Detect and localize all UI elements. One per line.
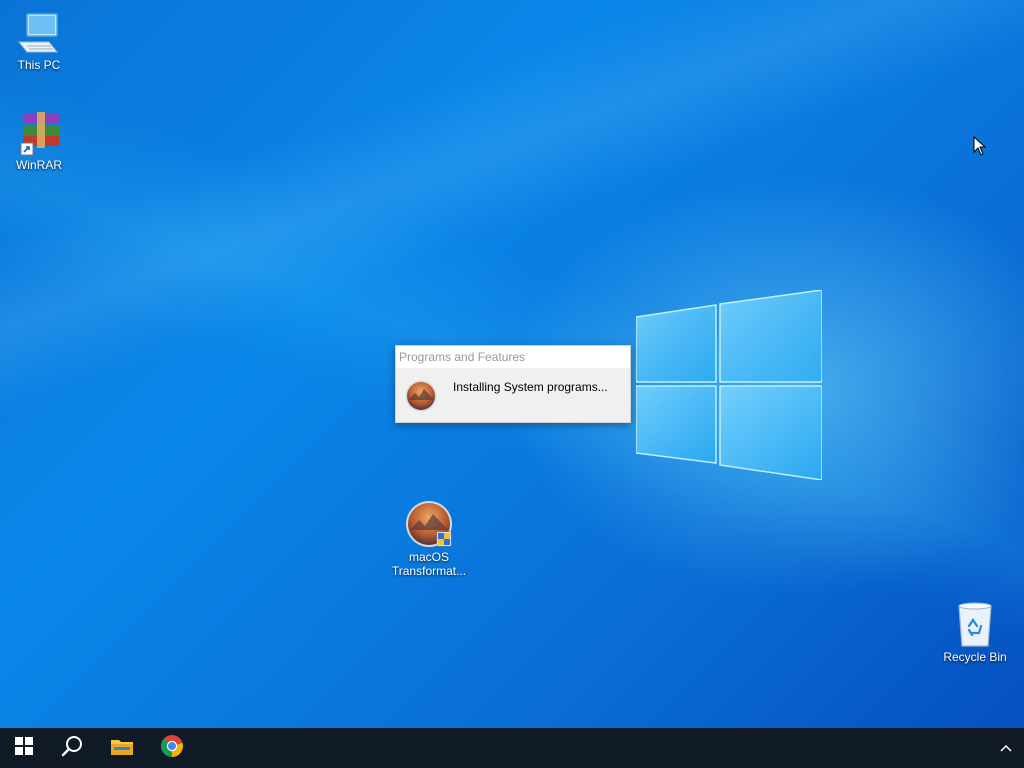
chrome-button[interactable] bbox=[148, 728, 196, 768]
desktop-icon-winrar[interactable]: WinRAR bbox=[1, 108, 77, 172]
show-hidden-icons-button[interactable] bbox=[996, 728, 1016, 768]
dialog-title: Programs and Features bbox=[396, 346, 630, 368]
search-icon bbox=[61, 735, 83, 762]
search-button[interactable] bbox=[48, 728, 96, 768]
folder-icon bbox=[110, 736, 134, 761]
taskbar bbox=[0, 728, 1024, 768]
desktop-icon-recycle-bin[interactable]: Recycle Bin bbox=[937, 600, 1013, 664]
programs-and-features-dialog: Programs and Features Installing System … bbox=[395, 345, 631, 423]
desktop-icon-label: WinRAR bbox=[15, 158, 62, 172]
macos-installer-icon bbox=[405, 500, 453, 548]
chrome-icon bbox=[160, 734, 184, 763]
recycle-bin-icon bbox=[951, 600, 999, 648]
chevron-up-icon bbox=[1000, 739, 1012, 757]
installing-status-text: Installing System programs... bbox=[453, 380, 608, 394]
mouse-cursor-icon bbox=[973, 135, 987, 156]
dialog-body: Installing System programs... bbox=[396, 368, 630, 422]
computer-icon bbox=[15, 8, 63, 56]
desktop-background: This PC WinRAR macOS Transformat... Recy… bbox=[0, 0, 1024, 728]
desktop-icon-this-pc[interactable]: This PC bbox=[1, 8, 77, 72]
windows-wallpaper-logo bbox=[635, 289, 823, 481]
desktop-icon-label: This PC bbox=[17, 58, 61, 72]
macos-installer-icon bbox=[405, 380, 437, 412]
start-button[interactable] bbox=[0, 728, 48, 768]
desktop-icon-label: macOS Transformat... bbox=[391, 550, 467, 578]
desktop-icon-label: Recycle Bin bbox=[943, 650, 1007, 664]
windows-logo-icon bbox=[15, 736, 33, 760]
winrar-icon bbox=[15, 108, 63, 156]
desktop-icon-macos-transformation[interactable]: macOS Transformat... bbox=[391, 500, 467, 578]
file-explorer-button[interactable] bbox=[98, 728, 146, 768]
